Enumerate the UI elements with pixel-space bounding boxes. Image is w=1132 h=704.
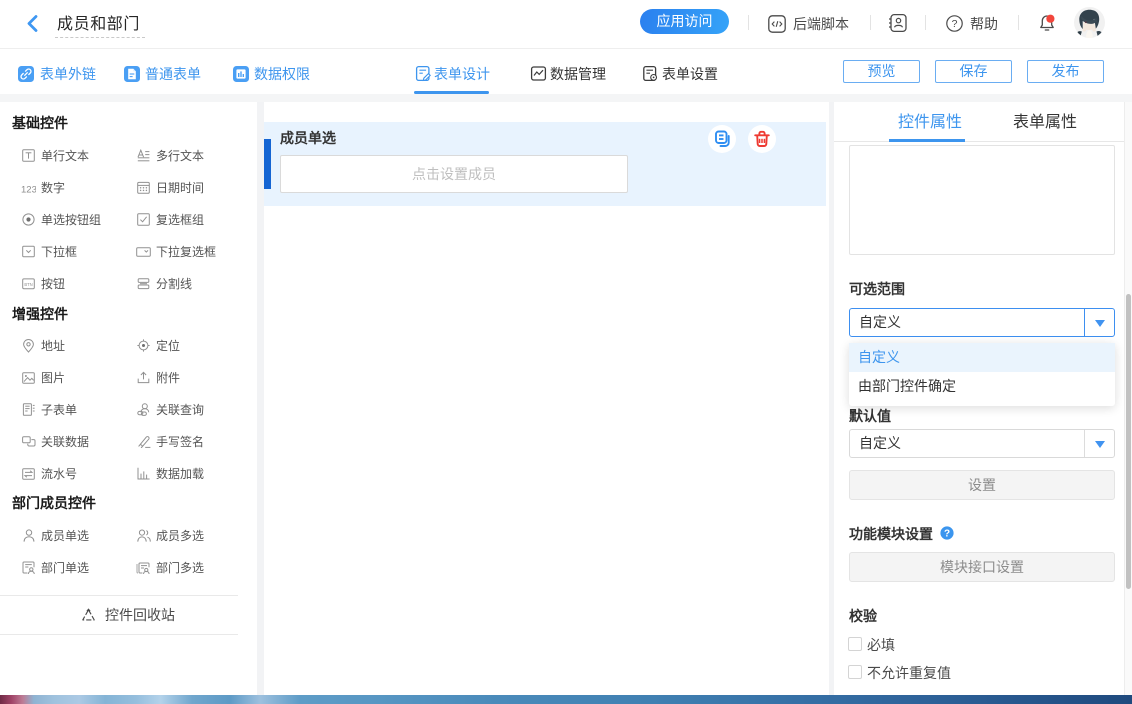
svg-text:123: 123	[21, 185, 36, 196]
svg-text:BTN: BTN	[24, 282, 32, 287]
svg-text:?: ?	[944, 528, 950, 539]
svg-text:?: ?	[952, 18, 958, 30]
